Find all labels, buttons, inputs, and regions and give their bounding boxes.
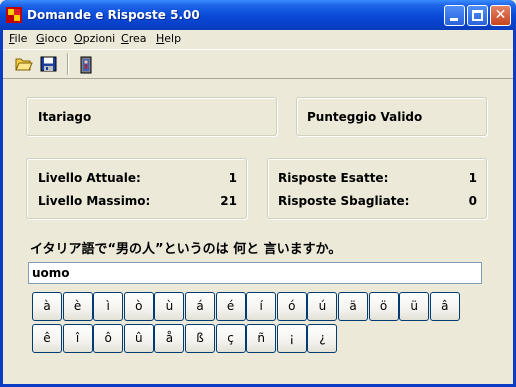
toolbar — [3, 49, 513, 79]
accent-key[interactable]: ê — [32, 324, 62, 353]
current-level-label: Livello Attuale: — [38, 171, 141, 185]
max-level-value: 21 — [220, 194, 237, 208]
accent-key[interactable]: ¿ — [307, 324, 338, 353]
accent-key[interactable]: á — [185, 292, 215, 321]
accent-key[interactable]: è — [62, 292, 93, 321]
accent-key[interactable]: ü — [399, 292, 430, 321]
menu-bar: File Gioco Opzioni Crea Help — [3, 30, 513, 48]
app-icon — [6, 7, 22, 23]
accent-key[interactable]: å — [154, 324, 185, 353]
window-title: Domande e Risposte 5.00 — [27, 8, 200, 22]
score-mode-text: Punteggio Valido — [307, 110, 423, 124]
maximize-button[interactable] — [467, 5, 488, 26]
answer-input[interactable] — [28, 262, 482, 284]
accent-key[interactable]: ì — [93, 292, 124, 321]
accent-key[interactable]: à — [32, 292, 62, 321]
accent-key[interactable]: ó — [276, 292, 307, 321]
accent-key[interactable]: û — [123, 324, 154, 353]
minimize-button[interactable] — [444, 5, 465, 26]
accent-key[interactable]: ñ — [246, 324, 277, 353]
max-level-label: Livello Massimo: — [38, 194, 151, 208]
answers-panel: Risposte Esatte: 1 Risposte Sbagliate: 0 — [267, 158, 487, 219]
current-level-value: 1 — [228, 171, 237, 185]
score-mode-panel: Punteggio Valido — [296, 97, 487, 136]
save-disk-icon — [40, 56, 57, 72]
minimize-icon — [450, 18, 458, 21]
menu-file[interactable]: File — [9, 32, 27, 45]
accent-key[interactable]: î — [62, 324, 93, 353]
accent-key[interactable]: â — [429, 292, 460, 321]
accent-key[interactable]: ú — [307, 292, 338, 321]
toolbar-separator — [67, 53, 69, 75]
menu-help[interactable]: Help — [156, 32, 181, 45]
wrong-label: Risposte Sbagliate: — [278, 194, 410, 208]
accent-key[interactable]: ô — [93, 324, 124, 353]
title-bar[interactable]: Domande e Risposte 5.00 ✕ — [0, 0, 516, 30]
accent-key[interactable]: ö — [368, 292, 399, 321]
open-button[interactable] — [11, 53, 35, 75]
app-window: Domande e Risposte 5.00 ✕ File Gioco Opz… — [0, 0, 516, 387]
wrong-value: 0 — [468, 194, 477, 208]
menu-opzioni[interactable]: Opzioni — [74, 32, 115, 45]
accent-key[interactable]: ¡ — [276, 324, 307, 353]
level-panel: Livello Attuale: 1 Livello Massimo: 21 — [26, 158, 247, 219]
save-button[interactable] — [36, 53, 60, 75]
accent-key[interactable]: ù — [154, 292, 185, 321]
maximize-icon — [472, 10, 483, 21]
question-text: イタリア語で“男の人”というのは 何と 言いますか。 — [30, 242, 342, 257]
exit-door-icon — [80, 56, 92, 74]
accent-key[interactable]: ß — [185, 324, 215, 353]
accent-key[interactable]: í — [246, 292, 277, 321]
correct-value: 1 — [468, 171, 477, 185]
menu-gioco[interactable]: Gioco — [36, 32, 67, 45]
accent-key[interactable]: é — [215, 292, 246, 321]
accent-key[interactable]: ç — [215, 324, 246, 353]
open-folder-icon — [15, 58, 33, 71]
correct-label: Risposte Esatte: — [278, 171, 389, 185]
close-button[interactable]: ✕ — [490, 5, 511, 26]
menu-crea[interactable]: Crea — [121, 32, 146, 45]
close-icon: ✕ — [494, 7, 507, 23]
client-area: File Gioco Opzioni Crea Help Itariago Pu… — [3, 30, 513, 384]
exit-button[interactable] — [73, 53, 97, 75]
language-text: Itariago — [38, 110, 92, 124]
accent-key[interactable]: ä — [338, 292, 368, 321]
language-panel: Itariago — [26, 97, 277, 136]
accent-key[interactable]: ò — [123, 292, 154, 321]
